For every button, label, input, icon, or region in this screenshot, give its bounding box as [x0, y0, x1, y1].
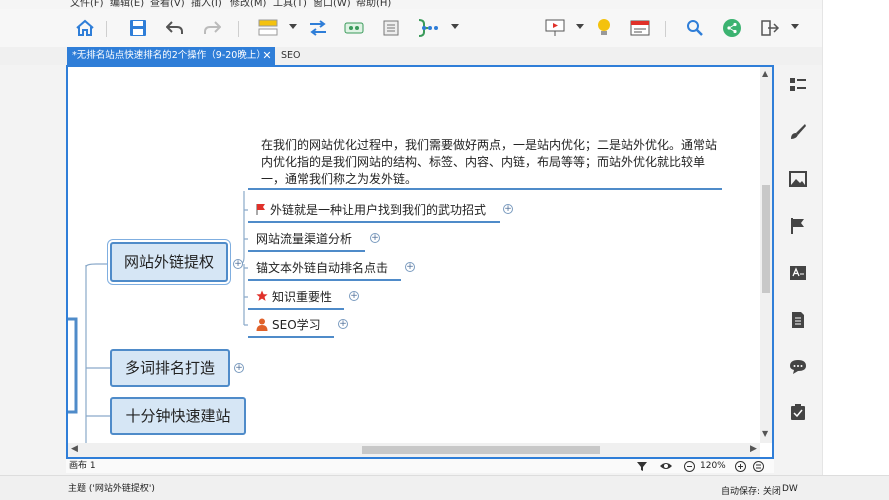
- leaf-anchor-text[interactable]: 锚文本外链自动排名点击: [248, 255, 401, 281]
- leaf-label: 知识重要性: [272, 289, 333, 304]
- undo-icon[interactable]: [162, 15, 188, 41]
- relationship-icon[interactable]: [305, 15, 331, 41]
- tab-seo[interactable]: SEO: [281, 47, 301, 65]
- expand-leaf-2[interactable]: +: [405, 262, 415, 272]
- home-icon[interactable]: [72, 15, 98, 41]
- menu-file[interactable]: 文件(F): [70, 0, 104, 9]
- image-panel-icon[interactable]: [785, 166, 811, 192]
- outline-view-icon[interactable]: [627, 15, 653, 41]
- mindmap-canvas[interactable]: 在我们的网站优化过程中，我们需要做好两点，一是站内优化；二是站外优化。通常站内优…: [68, 67, 760, 443]
- more-dropdown[interactable]: [451, 24, 459, 29]
- marker-panel-icon[interactable]: [785, 213, 811, 239]
- topic-quick-site-build[interactable]: 十分钟快速建站: [110, 397, 246, 435]
- tab-active-document[interactable]: *无排名站点快速排名的2个操作（9-20晚上）: [67, 47, 275, 65]
- boundary-icon[interactable]: [378, 15, 404, 41]
- topic-external-links[interactable]: 网站外链提权: [110, 242, 228, 282]
- leaf-external-links-moves[interactable]: 外链就是一种让用户找到我们的武功招式: [248, 197, 500, 223]
- save-icon[interactable]: [125, 15, 151, 41]
- comments-panel-icon[interactable]: [785, 354, 811, 380]
- menu-window[interactable]: 窗口(W): [313, 0, 351, 9]
- tab-active-label: *无排名站点快速排名的2个操作（9-20晚上）: [72, 50, 266, 61]
- export-dropdown[interactable]: [791, 24, 799, 29]
- autosave-status[interactable]: 自动保存: 关闭: [721, 484, 781, 497]
- expand-topic-multi-keyword-ranking[interactable]: +: [234, 363, 244, 373]
- lightbulb-icon[interactable]: [591, 15, 617, 41]
- topic-external-links-label: 网站外链提权: [123, 253, 214, 271]
- leaf-label: 外链就是一种让用户找到我们的武功招式: [270, 202, 487, 217]
- account-label[interactable]: DW: [782, 484, 798, 494]
- canvas-frame: 在我们的网站优化过程中，我们需要做好两点，一是站内优化；二是站外优化。通常站内优…: [66, 65, 774, 459]
- flag-icon: [256, 203, 266, 216]
- notes-panel-icon[interactable]: [785, 307, 811, 333]
- more-icon[interactable]: [417, 15, 443, 41]
- scroll-up-icon[interactable]: ▲: [762, 69, 768, 78]
- window-gutter: [822, 0, 889, 475]
- summary-icon[interactable]: [341, 15, 367, 41]
- menu-tools[interactable]: 工具(T): [273, 0, 307, 9]
- leaf-seo-learning[interactable]: SEO学习: [248, 312, 334, 338]
- leaf-label: SEO学习: [272, 317, 321, 332]
- horizontal-scroll-thumb[interactable]: [362, 446, 600, 454]
- redo-icon[interactable]: [199, 15, 225, 41]
- filter-icon[interactable]: [636, 461, 648, 472]
- note-underline: [248, 188, 722, 190]
- leaf-label: 锚文本外链自动排名点击: [256, 260, 389, 275]
- format-panel-icon[interactable]: [785, 72, 811, 98]
- info-bar: 主题 ('网站外链提权') 自动保存: 关闭 DW: [0, 475, 889, 500]
- text-style-icon[interactable]: [785, 260, 811, 286]
- search-icon[interactable]: [682, 15, 708, 41]
- leaf-knowledge[interactable]: 知识重要性: [248, 284, 344, 310]
- topic-note-text: 在我们的网站优化过程中，我们需要做好两点，一是站内优化；二是站外优化。通常站内优…: [261, 138, 718, 186]
- topic-style-dropdown[interactable]: [289, 24, 297, 29]
- menu-view[interactable]: 查看(V): [150, 0, 185, 9]
- style-brush-icon[interactable]: [785, 119, 811, 145]
- menu-help[interactable]: 帮助(H): [356, 0, 391, 9]
- zoom-in-icon[interactable]: [735, 461, 746, 472]
- scroll-down-icon[interactable]: ▼: [762, 429, 768, 438]
- topic-multi-keyword-ranking-label: 多词排名打造: [124, 359, 215, 377]
- presentation-dropdown[interactable]: [576, 24, 584, 29]
- topic-quick-site-build-label: 十分钟快速建站: [125, 407, 231, 425]
- topic-multi-keyword-ranking[interactable]: 多词排名打造: [110, 349, 230, 387]
- expand-leaf-1[interactable]: +: [370, 233, 380, 243]
- menu-insert[interactable]: 插入(I): [191, 0, 222, 9]
- status-bar: 画布 1 120%: [66, 459, 774, 473]
- presentation-icon[interactable]: [542, 15, 568, 41]
- expand-leaf-0[interactable]: +: [503, 204, 513, 214]
- share-icon[interactable]: [719, 15, 745, 41]
- menu-bar: 文件(F) 编辑(E) 查看(V) 插入(I) 修改(M) 工具(T) 窗口(W…: [0, 0, 889, 9]
- selected-topic-info: 主题 ('网站外链提权'): [68, 484, 155, 494]
- leaf-traffic-channel[interactable]: 网站流量渠道分析: [248, 226, 365, 252]
- tab-bar: *无排名站点快速排名的2个操作（9-20晚上） ✕ SEO: [0, 47, 822, 65]
- fit-view-icon[interactable]: [753, 461, 764, 472]
- zoom-level: 120%: [700, 461, 726, 471]
- vertical-scrollbar[interactable]: ▲ ▼: [760, 67, 772, 443]
- sheet-tab[interactable]: 画布 1: [69, 459, 96, 473]
- export-icon[interactable]: [757, 15, 783, 41]
- vertical-scroll-thumb[interactable]: [762, 185, 770, 293]
- person-icon: [256, 318, 268, 331]
- eye-icon[interactable]: [659, 461, 673, 471]
- horizontal-scrollbar[interactable]: ◀ ▶: [68, 443, 760, 457]
- expand-leaf-4[interactable]: +: [338, 319, 348, 329]
- menu-edit[interactable]: 编辑(E): [110, 0, 144, 9]
- toolbar: [0, 9, 822, 47]
- side-panel: [777, 63, 819, 436]
- star-icon: [256, 290, 268, 302]
- scroll-right-icon[interactable]: ▶: [750, 444, 757, 454]
- scroll-left-icon[interactable]: ◀: [71, 444, 78, 454]
- zoom-out-icon[interactable]: [684, 461, 695, 472]
- task-panel-icon[interactable]: [785, 399, 811, 425]
- menu-modify[interactable]: 修改(M): [230, 0, 266, 9]
- tab-close-icon[interactable]: ✕: [260, 47, 274, 65]
- leaf-label: 网站流量渠道分析: [256, 231, 353, 246]
- expand-topic-external-links[interactable]: +: [233, 259, 243, 269]
- expand-leaf-3[interactable]: +: [349, 291, 359, 301]
- topic-style-icon[interactable]: [255, 15, 281, 41]
